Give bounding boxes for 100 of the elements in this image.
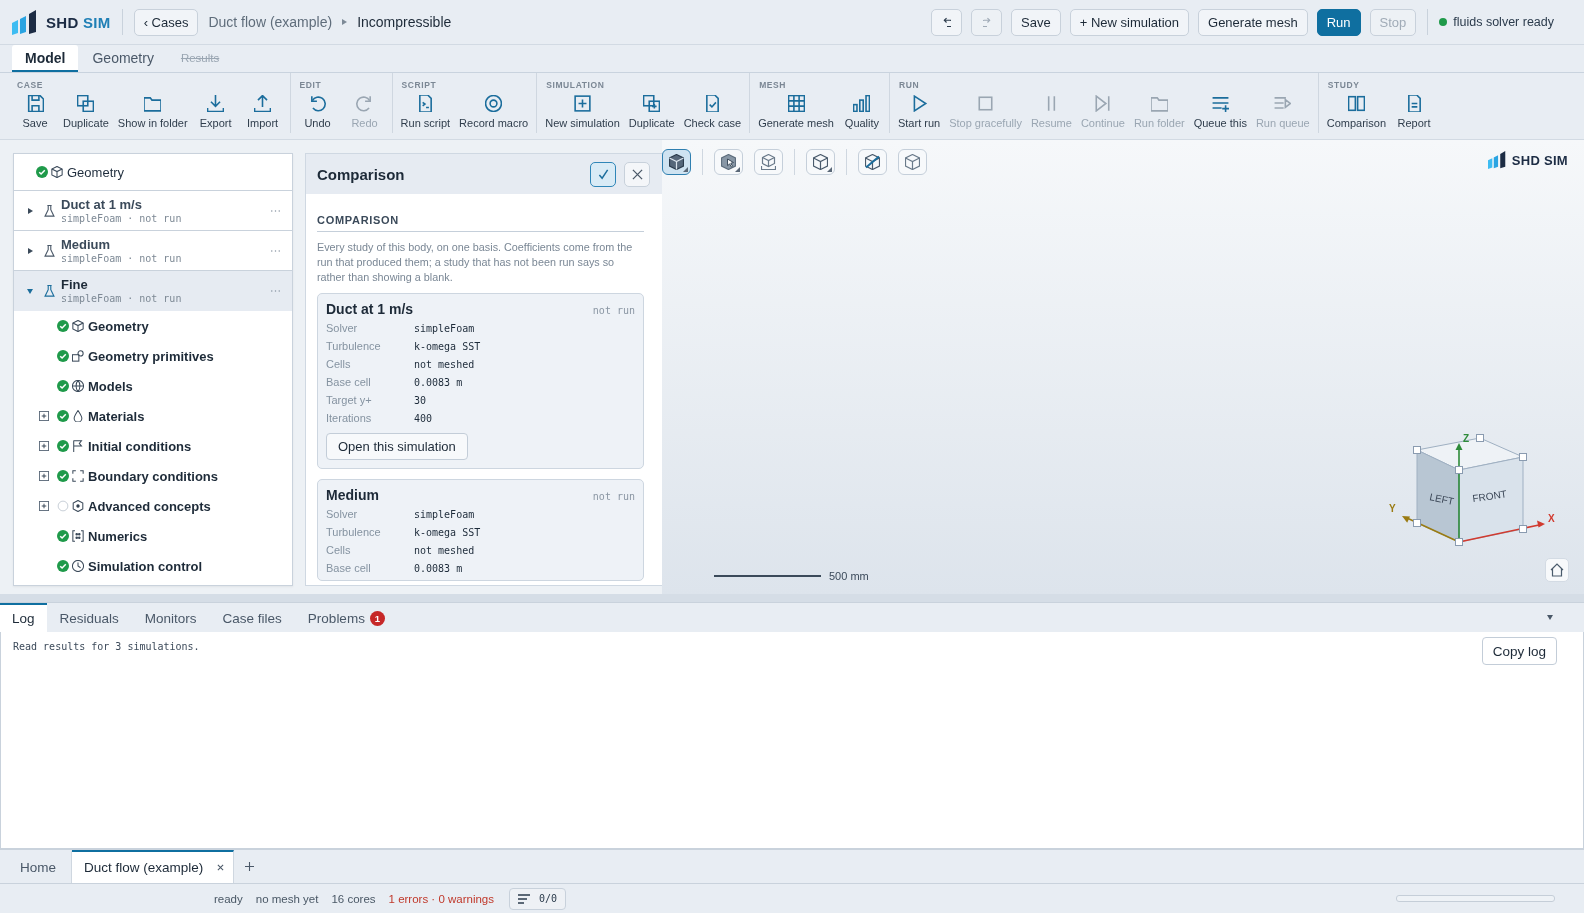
study-title: Medium	[61, 236, 111, 252]
tree-item[interactable]: Boundary conditions	[14, 461, 292, 491]
queue-button[interactable]: 0/0	[509, 887, 567, 910]
ribbon-button[interactable]: Save	[12, 91, 58, 129]
ribbon-button[interactable]: Duplicate	[59, 91, 113, 129]
stop-icon	[977, 95, 994, 112]
tree-item[interactable]: Advanced concepts	[14, 491, 292, 521]
tree-item[interactable]: Initial conditions	[14, 431, 292, 461]
study-subtitle: simpleFoam · not run	[61, 251, 182, 265]
open-simulation-button[interactable]: Open this simulation	[326, 433, 468, 460]
action-button[interactable]: Save	[1011, 8, 1061, 36]
plus-box-icon[interactable]	[39, 501, 49, 511]
ribbon-button[interactable]: Run script	[396, 91, 455, 129]
corner-handle[interactable]	[1455, 538, 1463, 546]
ribbon-button[interactable]: New simulation	[541, 91, 624, 129]
ribbon-button[interactable]: Show in folder	[113, 91, 192, 129]
field-label: Base cell	[326, 376, 372, 388]
panel-tab[interactable]: Residuals	[46, 603, 132, 632]
field-label: Base cell	[326, 562, 372, 574]
plus-box-icon[interactable]	[39, 411, 49, 421]
ribbon-button[interactable]: Import	[239, 91, 286, 129]
tree-item[interactable]: Simulation control	[14, 551, 292, 581]
logo-text: SHD SIM	[1511, 152, 1568, 168]
confirm-toggle-button[interactable]	[590, 161, 616, 187]
primary-action-button[interactable]: Run	[1316, 8, 1361, 36]
corner-handle[interactable]	[1476, 434, 1484, 442]
action-button[interactable]: Generate mesh	[1198, 8, 1308, 36]
ribbon-button[interactable]: Undo	[294, 91, 341, 129]
field-label: Iterations	[326, 412, 373, 424]
solver-status-text: fluids solver ready	[1453, 15, 1554, 29]
action-button[interactable]: + New simulation	[1069, 8, 1190, 36]
caret-down-icon[interactable]	[1547, 615, 1553, 620]
undo-icon	[309, 95, 327, 112]
panel-tab[interactable]: Problems 1	[294, 603, 398, 632]
field-label: Turbulence	[326, 526, 382, 538]
flask-icon	[44, 204, 55, 217]
folder-icon	[144, 95, 162, 112]
3d-viewport[interactable]: SHD SIM LEFT FRONT X Y Z 500 mm	[662, 140, 1584, 594]
tree-item[interactable]: Numerics	[14, 521, 292, 551]
corner-handle[interactable]	[1413, 446, 1421, 454]
panel-tab[interactable]: Case files	[209, 603, 295, 632]
plus-box-icon[interactable]	[39, 471, 49, 481]
field-value: 0.0083 m	[414, 562, 464, 574]
ribbon-button[interactable]: Generate mesh	[754, 91, 838, 129]
corner-handle[interactable]	[1455, 466, 1463, 474]
tab[interactable]: Model	[12, 45, 79, 72]
tree-item[interactable]: Geometry	[14, 311, 292, 341]
ribbon-group-label: SIMULATION	[545, 80, 606, 91]
ribbon-group-label: STUDY	[1326, 80, 1361, 91]
ribbon-button[interactable]: Start run	[893, 91, 945, 129]
app-logo-text: SHD SIM	[46, 13, 111, 31]
breadcrumb-current: Incompressible	[357, 14, 452, 30]
corner-handle[interactable]	[1519, 525, 1527, 533]
ribbon-button[interactable]: Queue this	[1189, 91, 1251, 129]
ribbon-button[interactable]: Comparison	[1322, 91, 1391, 129]
document-tab[interactable]: Duct flow (example)	[72, 850, 235, 883]
logo-icon	[12, 9, 37, 35]
ribbon-button[interactable]: Report	[1391, 91, 1438, 129]
tree-item[interactable]: Models	[14, 371, 292, 401]
plus-box-icon[interactable]	[39, 441, 49, 451]
breadcrumb-link[interactable]: Duct flow (example)	[208, 14, 333, 30]
back-button[interactable]: ‹ Cases	[133, 8, 199, 36]
run-status: not run	[592, 491, 635, 502]
corner-handle[interactable]	[1519, 453, 1527, 461]
tab[interactable]: Geometry	[79, 45, 167, 72]
tree-item[interactable]: Geometry primitives	[14, 341, 292, 371]
section-heading: COMPARISON	[317, 214, 644, 232]
logo-icon	[1487, 151, 1506, 169]
bracket-dots-icon	[72, 530, 84, 542]
panel-tab[interactable]: Log	[0, 603, 47, 632]
ribbon-button[interactable]: Check case	[679, 91, 746, 129]
corner-handle[interactable]	[1413, 519, 1421, 527]
study-row[interactable]: Fine simpleFoam · not run	[14, 271, 292, 311]
ribbon-button[interactable]: Quality	[838, 91, 885, 129]
field-value: simpleFoam	[414, 508, 476, 520]
plus-icon	[245, 862, 255, 871]
ribbon-button[interactable]: Duplicate	[624, 91, 679, 129]
ribbon-button[interactable]: Export	[192, 91, 239, 129]
status-text: 16 cores	[331, 892, 376, 905]
caret-right-icon[interactable]	[27, 247, 33, 254]
face-label: LEFT	[1428, 491, 1455, 508]
study-row[interactable]: Duct at 1 m/s simpleFoam · not run	[14, 191, 292, 231]
view-tool-button[interactable]	[662, 149, 691, 175]
save-icon	[26, 95, 44, 112]
copy-log-button[interactable]: Copy log	[1481, 637, 1557, 665]
close-icon[interactable]	[217, 864, 225, 871]
home-button[interactable]	[1545, 558, 1569, 582]
home-icon	[1550, 563, 1564, 577]
caret-down-icon[interactable]	[27, 287, 33, 294]
caret-right-icon[interactable]	[27, 207, 33, 214]
download-icon	[207, 95, 225, 112]
ribbon-group-label: CASE	[16, 80, 45, 91]
tree-item[interactable]: Materials	[14, 401, 292, 431]
panel-tab[interactable]: Monitors	[131, 603, 210, 632]
field-value: 0.0083 m	[414, 376, 464, 388]
run-status: not run	[592, 305, 635, 316]
close-button[interactable]	[624, 161, 650, 187]
field-label: Solver	[326, 508, 359, 520]
cube-cursor-icon	[721, 154, 736, 170]
ribbon-button[interactable]: Record macro	[455, 91, 533, 129]
